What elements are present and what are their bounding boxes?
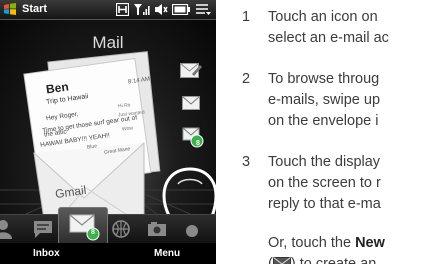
step3-line: Touch the display (268, 154, 381, 170)
step2-line: To browse throug (268, 71, 380, 87)
create-text: ) to create an (290, 256, 377, 264)
step2-line: on the envelope i (268, 113, 379, 129)
tab-mail[interactable]: 8 (58, 207, 108, 247)
menu-icon[interactable] (196, 3, 211, 16)
tab-music[interactable] (184, 219, 206, 239)
step-number: 2 (242, 71, 251, 87)
step2-line: e-mails, swipe up (268, 92, 381, 108)
tab-bar: 8 (0, 207, 216, 247)
mail-tab-icon (69, 214, 100, 241)
step-number: 3 (242, 154, 251, 170)
envelope-back-line: Wow (121, 125, 134, 133)
mail-tab-badge: 8 (91, 229, 95, 236)
tab-messaging[interactable] (32, 219, 54, 239)
tab-camera[interactable] (146, 219, 168, 239)
new-mail-icon (272, 257, 291, 264)
or-line-continued: () to create an (268, 254, 376, 264)
mail-account-icon[interactable] (182, 96, 200, 110)
signal-icon (134, 4, 150, 15)
tab-contacts[interactable] (0, 219, 14, 239)
step3-line: on the screen to r (268, 175, 381, 191)
new-label: New (355, 235, 385, 251)
softkey-inbox[interactable]: Inbox (33, 248, 60, 259)
step1-line: select an e-mail ac (268, 30, 389, 46)
data-icon (116, 3, 129, 16)
softkey-bar: Inbox Menu (0, 243, 216, 264)
mail-view: Mail Ben 8:14 AM Trip to Hawaii Hey Roge… (0, 20, 216, 243)
step-number: 1 (242, 9, 251, 25)
start-label[interactable]: Start (22, 3, 47, 15)
gmail-unread-badge: 8 (196, 140, 200, 147)
battery-icon (172, 4, 190, 15)
softkey-menu[interactable]: Menu (154, 248, 180, 259)
or-line: Or, touch the New (268, 233, 385, 254)
tab-internet[interactable] (110, 219, 132, 239)
instruction-panel: 1 Touch an icon on select an e-mail ac 2… (230, 0, 430, 264)
compose-mail-icon[interactable] (180, 62, 202, 79)
volume-icon (155, 4, 168, 15)
envelope-back-line: Hi Ro (117, 102, 131, 110)
step1-line: Touch an icon on (268, 9, 378, 25)
phone-screen: Start Mail Ben 8:14 AM Trip to Hawaii He… (0, 0, 216, 264)
status-bar: Start (0, 0, 216, 20)
or-line-prefix: Or, touch the (268, 235, 356, 251)
windows-logo-icon[interactable] (3, 2, 17, 16)
step3-line: reply to that e-ma (268, 196, 381, 212)
